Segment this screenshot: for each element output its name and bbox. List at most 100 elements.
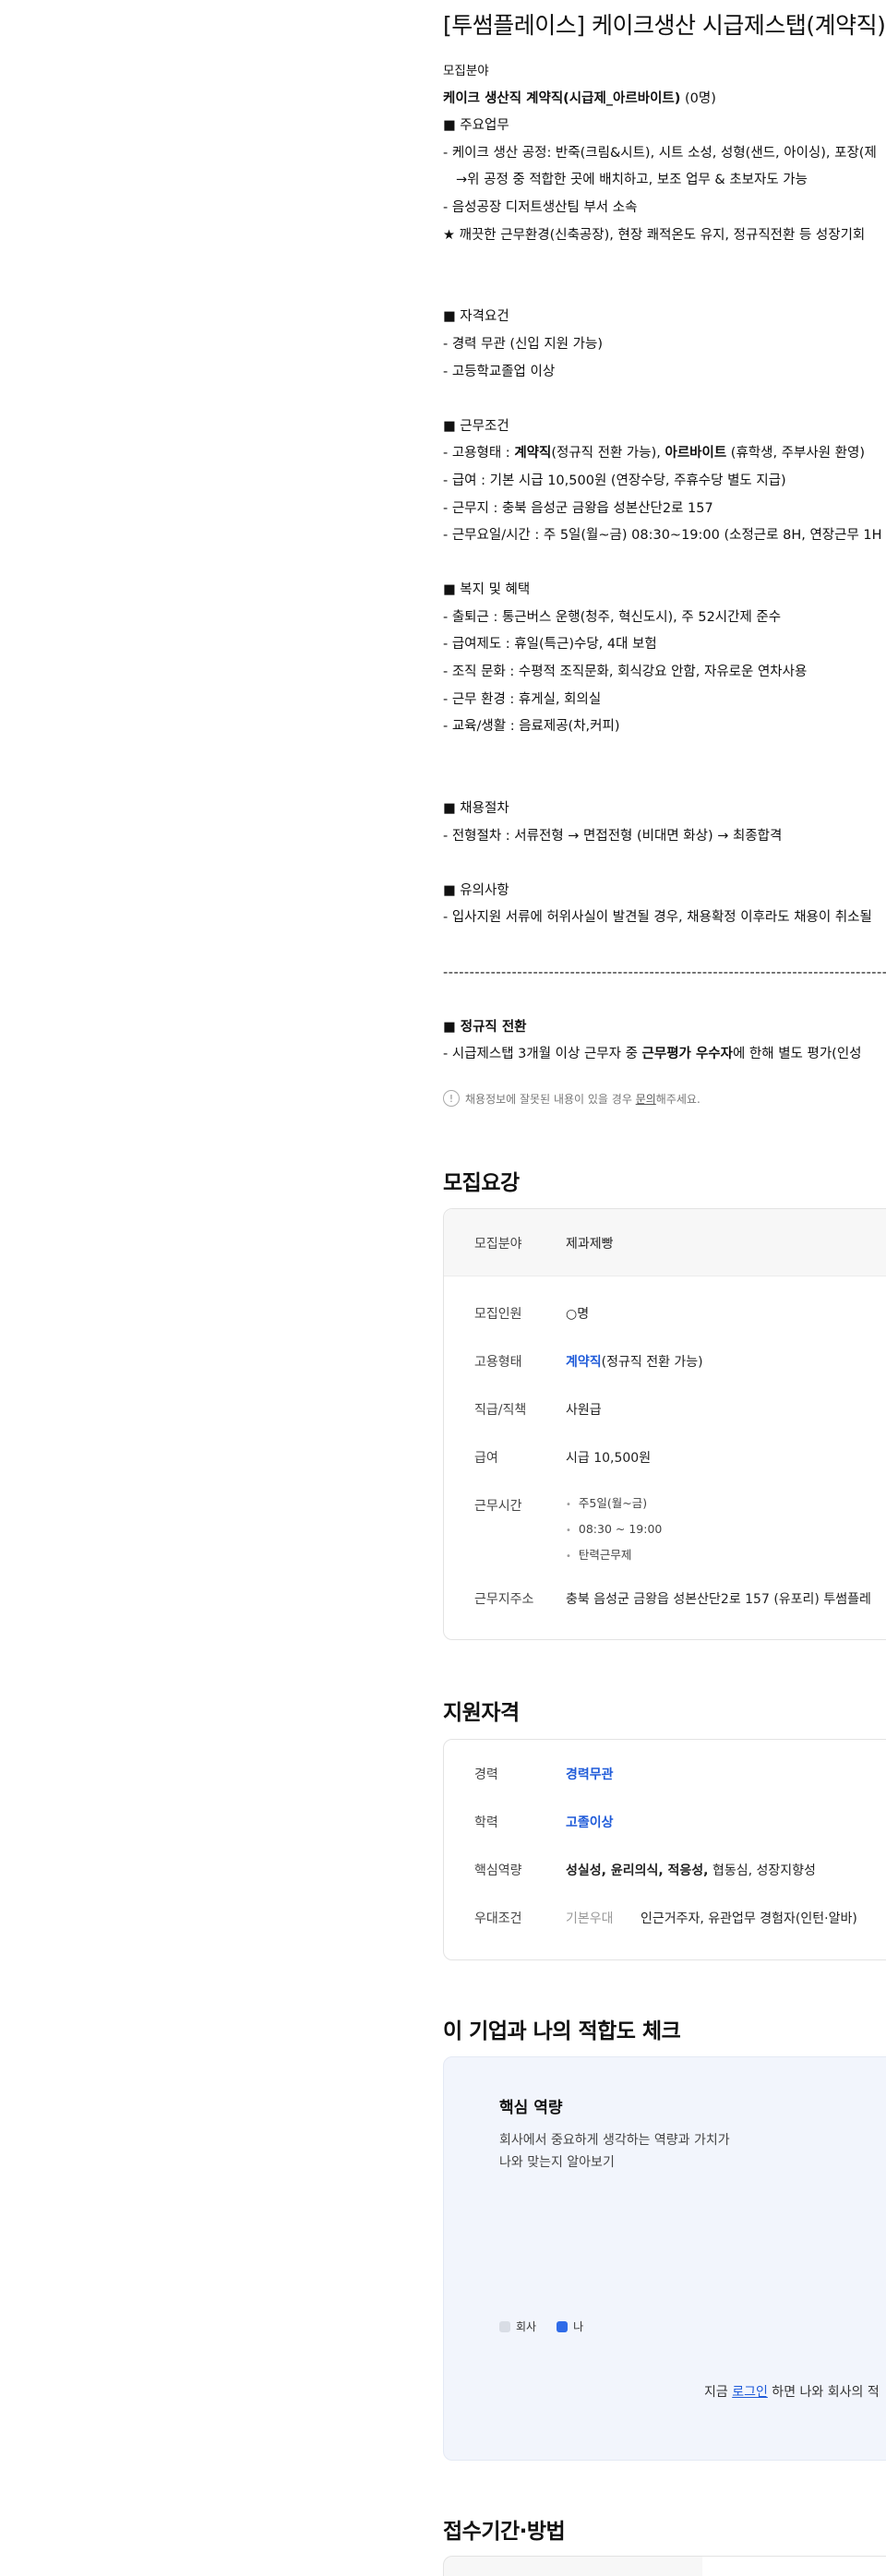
salary-value: 시급 10,500원 xyxy=(566,1451,652,1466)
convert-bold: 근무평가 우수자 xyxy=(641,1047,733,1062)
divider: ----------------------------------------… xyxy=(443,965,886,980)
duty-line: - 음성공장 디저트생산팀 부서 소속 xyxy=(443,199,638,215)
edu-label: 학력 xyxy=(474,1815,498,1830)
cond-text: (휴학생, 주부사원 환영) xyxy=(726,446,865,461)
salary-label: 급여 xyxy=(474,1451,498,1466)
welfare-line: - 조직 문화 : 수평적 조직문화, 회식강요 안함, 자유로운 연차사용 xyxy=(443,665,808,680)
core-value-bold: 성실성, 윤리의식, 적응성, xyxy=(566,1863,709,1878)
address-value: 충북 음성군 금왕읍 성본산단2로 157 (유포리) 투썸플레 xyxy=(566,1592,871,1607)
cond-line: - 고용형태 : 계약직(정규직 전환 가능), 아르바이트 (휴학생, 주부사… xyxy=(443,439,886,467)
field-value: 제과제빵 xyxy=(566,1237,614,1252)
qual-heading: ■ 자격요건 xyxy=(443,309,509,325)
fit-heading: 이 기업과 나의 적합도 체크 xyxy=(443,2019,681,2043)
career-label: 경력 xyxy=(474,1767,498,1782)
field-label: 모집분야 xyxy=(474,1237,522,1252)
field-value: 케이크 생산직 계약직(시급제_아르바이트) xyxy=(443,90,681,106)
fit-card: 핵심 역량 회사에서 중요하게 생각하는 역량과 가치가 나와 맞는지 알아보기… xyxy=(443,2056,886,2461)
count-label: 모집인원 xyxy=(474,1307,522,1322)
qual-line: - 경력 무관 (신입 지원 가능) xyxy=(443,336,603,352)
core-value-rest: 협동심, 성장지향성 xyxy=(708,1863,816,1878)
caution-line: - 입사지원 서류에 허위사실이 발견될 경우, 채용확정 이후라도 채용이 취… xyxy=(443,910,872,926)
pref-label: 우대조건 xyxy=(474,1911,522,1926)
pref-value: 인근거주자, 유관업무 경험자(인턴·알바) xyxy=(641,1911,857,1926)
type-value-rest: (정규직 전환 가능) xyxy=(601,1355,703,1370)
job-posting-column: [투썸플레이스] 케이크생산 시급제스탭(계약직) 모집 모집분야 케이크 생산… xyxy=(443,0,886,2576)
cond-bold: 계약직 xyxy=(514,446,552,461)
hours-list: 주5일(월~금) 08:30 ~ 19:00 탄력근무제 xyxy=(566,1492,662,1569)
cond-line: - 근무요일/시간 : 주 5일(월~금) 08:30~19:00 (소정근로 … xyxy=(443,528,882,544)
rank-label: 직급/직책 xyxy=(474,1403,527,1418)
notice-pre: 채용정보에 잘못된 내용이 있을 경우 xyxy=(465,1092,636,1106)
convert-heading-text: ■ 정규직 전환 xyxy=(443,1019,527,1035)
welfare-line: - 근무 환경 : 휴게실, 회의실 xyxy=(443,691,602,707)
apply-heading: 접수기간·방법 xyxy=(443,2520,566,2544)
fit-desc-line: 나와 맞는지 알아보기 xyxy=(499,2155,615,2170)
summary-card-header: 모집분야 제과제빵 xyxy=(444,1209,886,1276)
welfare-heading: ■ 복지 및 혜택 xyxy=(443,582,531,598)
type-value: 계약직(정규직 전환 가능) xyxy=(566,1352,703,1371)
type-value-highlight: 계약직 xyxy=(566,1355,602,1370)
hours-item: 주5일(월~금) xyxy=(566,1492,662,1517)
cond-bold: 아르바이트 xyxy=(664,446,727,461)
legend-company-swatch xyxy=(499,2320,510,2332)
process-heading: ■ 채용절차 xyxy=(443,801,509,817)
convert-heading: ■ 정규직 전환 xyxy=(443,1013,886,1041)
count-value: ○명 xyxy=(566,1307,590,1322)
convert-text: 에 한해 별도 평가(인성 xyxy=(732,1047,862,1062)
login-prompt: 지금 로그인 하면 나와 회사의 적 xyxy=(704,2382,880,2401)
pref-tag: 기본우대 xyxy=(566,1911,614,1926)
apply-card-panel xyxy=(702,2557,886,2576)
eligibility-heading: 지원자격 xyxy=(443,1701,520,1725)
cond-text: - 고용형태 : xyxy=(443,446,515,461)
career-value: 경력무관 xyxy=(566,1767,614,1782)
field-line: 케이크 생산직 계약직(시급제_아르바이트) (0명) xyxy=(443,85,886,113)
core-label: 핵심역량 xyxy=(474,1863,522,1878)
summary-card: 모집분야 제과제빵 모집인원 ○명 고용형태 계약직(정규직 전환 가능) 직급… xyxy=(443,1208,886,1640)
hours-label: 근무시간 xyxy=(474,1499,522,1514)
rank-value: 사원급 xyxy=(566,1403,602,1418)
login-post: 하면 나와 회사의 적 xyxy=(767,2385,880,2400)
fit-legend: 회사 나 xyxy=(499,2318,583,2334)
duty-line: - 케이크 생산 공정: 반죽(크림&시트), 시트 소성, 성형(샌드, 아이… xyxy=(443,145,877,161)
duties-heading: ■ 주요업무 xyxy=(443,118,509,134)
info-icon: ! xyxy=(443,1090,460,1107)
core-value: 성실성, 윤리의식, 적응성, 협동심, 성장지향성 xyxy=(566,1861,816,1879)
legend-me-label: 나 xyxy=(573,2320,584,2333)
field-heading: 모집분야 xyxy=(443,64,489,78)
cond-line: - 근무지 : 충북 음성군 금왕읍 성본산단2로 157 xyxy=(443,500,713,516)
edu-value: 고졸이상 xyxy=(566,1815,614,1830)
duty-line: →위 공정 중 적합한 곳에 배치하고, 보조 업무 & 초보자도 가능 xyxy=(456,173,808,188)
inquiry-link[interactable]: 문의 xyxy=(636,1093,656,1106)
cond-text: (정규직 전환 가능), xyxy=(551,446,665,461)
notice-post: 해주세요. xyxy=(655,1092,700,1106)
address-label: 근무지주소 xyxy=(474,1592,534,1607)
apply-card xyxy=(443,2556,886,2576)
caution-heading: ■ 유의사항 xyxy=(443,882,509,898)
login-link[interactable]: 로그인 xyxy=(732,2385,768,2400)
welfare-line: - 출퇴근 : 통근버스 운행(청주, 혁신도시), 주 52시간제 준수 xyxy=(443,609,782,625)
eligibility-card: 경력 경력무관 학력 고졸이상 핵심역량 성실성, 윤리의식, 적응성, 협동심… xyxy=(443,1739,886,1960)
summary-heading: 모집요강 xyxy=(443,1171,520,1195)
welfare-line: - 교육/생활 : 음료제공(차,커피) xyxy=(443,719,620,735)
posting-body: 모집분야 케이크 생산직 계약직(시급제_아르바이트) (0명) ■ 주요업무 … xyxy=(443,57,886,1068)
duty-line: ★ 깨끗한 근무환경(신축공장), 현장 쾌적온도 유지, 정규직전환 등 성장… xyxy=(443,227,866,243)
fit-card-title: 핵심 역량 xyxy=(499,2099,563,2117)
convert-line: - 시급제스탭 3개월 이상 근무자 중 근무평가 우수자에 한해 별도 평가(… xyxy=(443,1040,886,1068)
notice-text: 채용정보에 잘못된 내용이 있을 경우 문의해주세요. xyxy=(465,1091,700,1107)
type-label: 고용형태 xyxy=(474,1355,522,1370)
cond-heading: ■ 근무조건 xyxy=(443,418,509,434)
report-notice: ! 채용정보에 잘못된 내용이 있을 경우 문의해주세요. xyxy=(443,1090,700,1107)
login-pre: 지금 xyxy=(704,2385,733,2400)
welfare-line: - 급여제도 : 휴일(특근)수당, 4대 보험 xyxy=(443,637,657,653)
convert-text: - 시급제스탭 3개월 이상 근무자 중 xyxy=(443,1047,642,1062)
field-count: (0명) xyxy=(685,90,716,106)
legend-company-label: 회사 xyxy=(516,2320,537,2333)
fit-desc-line: 회사에서 중요하게 생각하는 역량과 가치가 xyxy=(499,2133,730,2148)
process-line: - 전형절차 : 서류전형 → 면접전형 (비대면 화상) → 최종합격 xyxy=(443,828,783,844)
qual-line: - 고등학교졸업 이상 xyxy=(443,364,556,379)
hours-item: 탄력근무제 xyxy=(566,1543,662,1569)
hours-item: 08:30 ~ 19:00 xyxy=(566,1517,662,1543)
legend-me-swatch xyxy=(557,2320,569,2332)
cond-line: - 급여 : 기본 시급 10,500원 (연장수당, 주휴수당 별도 지급) xyxy=(443,473,786,488)
posting-title: [투썸플레이스] 케이크생산 시급제스탭(계약직) 모집 xyxy=(443,12,886,39)
